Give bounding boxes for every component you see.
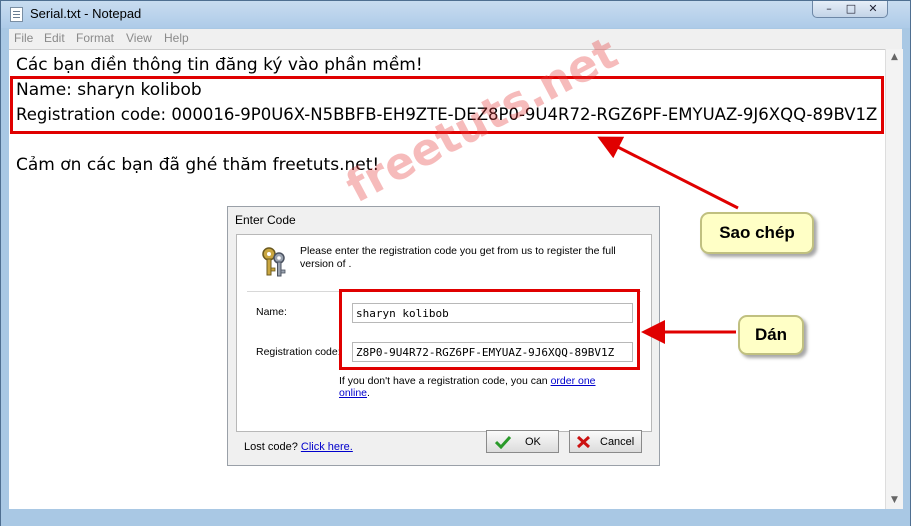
annotation-arrows — [597, 136, 739, 344]
paste-callout: Dán — [738, 315, 804, 355]
copy-arrow — [597, 136, 739, 210]
copy-callout: Sao chép — [700, 212, 814, 254]
